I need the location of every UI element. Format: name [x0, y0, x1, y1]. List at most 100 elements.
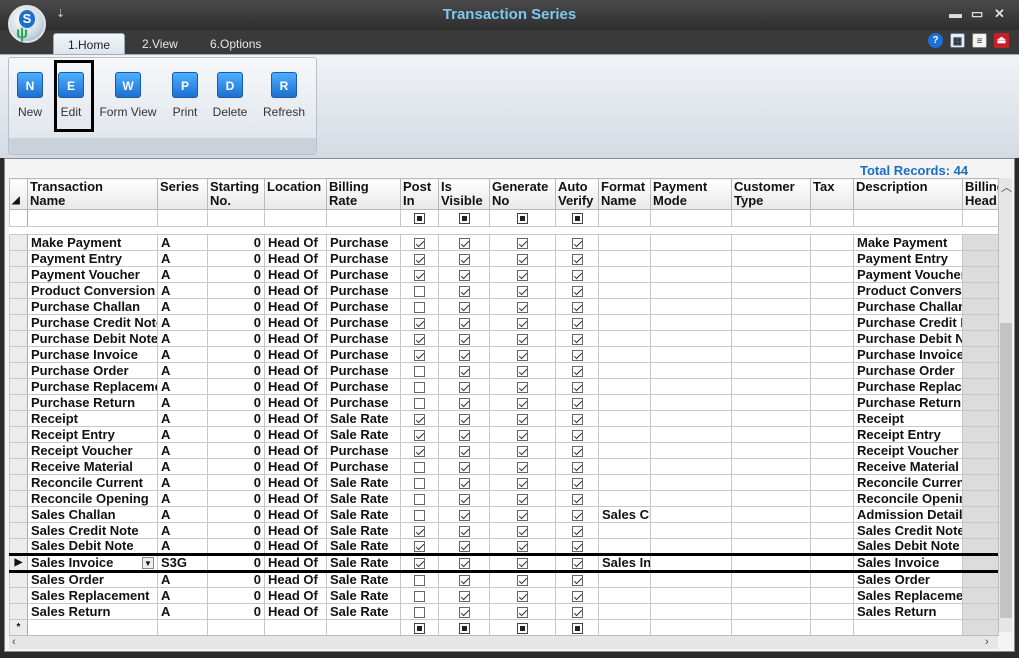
cell-format-name[interactable]: [598, 298, 651, 315]
cell-payment-mode[interactable]: [650, 442, 732, 459]
new-row-checkbox[interactable]: [414, 622, 425, 634]
cell-tax[interactable]: [810, 587, 854, 604]
cell-payment-mode[interactable]: [650, 410, 732, 427]
cell-description[interactable]: Product Conversion: [853, 282, 963, 299]
horizontal-scrollbar[interactable]: ‹ ›: [9, 635, 998, 649]
cell-billing-head[interactable]: [962, 474, 999, 491]
cell-format-name[interactable]: [598, 346, 651, 363]
post-checkbox[interactable]: [414, 365, 425, 377]
cell-billing-rate[interactable]: Purchase: [326, 234, 401, 251]
cell-format-name[interactable]: [598, 266, 651, 283]
cell-customer-type[interactable]: [731, 506, 811, 523]
cell-description[interactable]: Reconcile Current: [853, 474, 963, 491]
auto-checkbox[interactable]: [571, 413, 583, 425]
cell-transaction-name[interactable]: Receipt Entry: [27, 426, 158, 443]
cell-transaction-name[interactable]: Purchase Return: [27, 394, 158, 411]
col-generate-no[interactable]: Generate No: [489, 178, 556, 210]
cell-description[interactable]: Purchase Credit Note: [853, 314, 963, 331]
scroll-up-icon[interactable]: ︿: [1001, 179, 1012, 195]
cell-series[interactable]: A: [157, 330, 208, 347]
cell-customer-type[interactable]: [731, 234, 811, 251]
cell-tax[interactable]: [810, 266, 854, 283]
table-row[interactable]: Payment Entry A 0 Head Of Purchase Payment En…: [9, 250, 999, 267]
cell-starting-no[interactable]: 0: [207, 603, 265, 620]
cell-payment-mode[interactable]: [650, 474, 732, 491]
cell-billing-head[interactable]: [962, 506, 999, 523]
cell-billing-head[interactable]: [962, 442, 999, 459]
cell-customer-type[interactable]: [731, 490, 811, 507]
visible-checkbox[interactable]: [458, 381, 470, 393]
cell-transaction-name[interactable]: Sales Debit Note: [27, 538, 158, 555]
cell-tax[interactable]: [810, 282, 854, 299]
cell-payment-mode[interactable]: [650, 234, 732, 251]
cell-format-name[interactable]: [598, 522, 651, 539]
cell-location[interactable]: Head Of: [264, 394, 327, 411]
cell-transaction-name[interactable]: Make Payment: [27, 234, 158, 251]
cell-customer-type[interactable]: [731, 538, 811, 555]
filter-checkbox[interactable]: [571, 213, 583, 225]
cell-format-name[interactable]: [598, 474, 651, 491]
cell-description[interactable]: Sales Order: [853, 571, 963, 588]
table-row[interactable]: Payment Voucher A 0 Head Of Purchase Payment …: [9, 266, 999, 283]
cell-billing-rate[interactable]: Purchase: [326, 250, 401, 267]
cell-location[interactable]: Head Of: [264, 553, 327, 573]
table-row[interactable]: Sales Debit Note A 0 Head Of Sale Rate Sales …: [9, 538, 999, 555]
cell-format-name[interactable]: Sales Invoice: [598, 553, 651, 573]
cell-billing-rate[interactable]: Sale Rate: [326, 538, 401, 555]
cell-starting-no[interactable]: 0: [207, 330, 265, 347]
gen-checkbox[interactable]: [517, 397, 528, 409]
cell-location[interactable]: Head Of: [264, 458, 327, 475]
post-checkbox[interactable]: [414, 493, 425, 505]
cell-format-name[interactable]: [598, 234, 651, 251]
auto-checkbox[interactable]: [571, 445, 583, 457]
cell-series[interactable]: A: [157, 250, 208, 267]
cell-billing-rate[interactable]: Sale Rate: [326, 603, 401, 620]
gen-checkbox[interactable]: [517, 269, 528, 281]
auto-checkbox[interactable]: [571, 397, 583, 409]
col-starting-no[interactable]: Starting No.: [207, 178, 265, 210]
cell-tax[interactable]: [810, 378, 854, 395]
cell-billing-rate[interactable]: Sale Rate: [326, 474, 401, 491]
post-checkbox[interactable]: [414, 575, 425, 587]
auto-checkbox[interactable]: [571, 349, 583, 361]
scroll-right-icon[interactable]: ›: [985, 636, 989, 648]
cell-payment-mode[interactable]: [650, 538, 732, 555]
new-row-checkbox[interactable]: [517, 622, 528, 634]
cell-billing-head[interactable]: [962, 330, 999, 347]
cell-starting-no[interactable]: 0: [207, 314, 265, 331]
cell-billing-head[interactable]: [962, 426, 999, 443]
col-billing-head[interactable]: Billing Head: [962, 178, 999, 210]
cell-payment-mode[interactable]: [650, 394, 732, 411]
cell-transaction-name[interactable]: Sales Order: [27, 571, 158, 588]
cell-starting-no[interactable]: 0: [207, 378, 265, 395]
cell-format-name[interactable]: Sales Challan: [598, 506, 651, 523]
cell-series[interactable]: A: [157, 458, 208, 475]
auto-checkbox[interactable]: [571, 429, 583, 441]
cell-transaction-name[interactable]: Sales Invoice ▼: [27, 553, 158, 573]
notes-icon[interactable]: ≡: [972, 33, 987, 48]
col-payment-mode[interactable]: Payment Mode: [650, 178, 732, 210]
table-row[interactable]: Purchase Debit Note A 0 Head Of Purchase Purc…: [9, 330, 999, 347]
cell-series[interactable]: A: [157, 538, 208, 555]
cell-description[interactable]: Receive Material: [853, 458, 963, 475]
cell-location[interactable]: Head Of: [264, 442, 327, 459]
cell-tax[interactable]: [810, 538, 854, 555]
gen-checkbox[interactable]: [517, 285, 528, 297]
cell-tax[interactable]: [810, 458, 854, 475]
gen-checkbox[interactable]: [517, 558, 528, 569]
cell-series[interactable]: A: [157, 490, 208, 507]
cell-billing-head[interactable]: [962, 282, 999, 299]
cell-starting-no[interactable]: 0: [207, 250, 265, 267]
cell-billing-rate[interactable]: Purchase: [326, 298, 401, 315]
cell-billing-head[interactable]: [962, 490, 999, 507]
post-checkbox[interactable]: [414, 590, 425, 602]
cell-description[interactable]: Sales Replacement: [853, 587, 963, 604]
table-row[interactable]: Purchase Challan A 0 Head Of Purchase Purchas…: [9, 298, 999, 315]
cell-format-name[interactable]: [598, 538, 651, 555]
cell-location[interactable]: Head Of: [264, 506, 327, 523]
cell-series[interactable]: A: [157, 410, 208, 427]
gen-checkbox[interactable]: [517, 237, 528, 249]
cell-series[interactable]: A: [157, 266, 208, 283]
cell-billing-rate[interactable]: Sale Rate: [326, 587, 401, 604]
cell-format-name[interactable]: [598, 362, 651, 379]
